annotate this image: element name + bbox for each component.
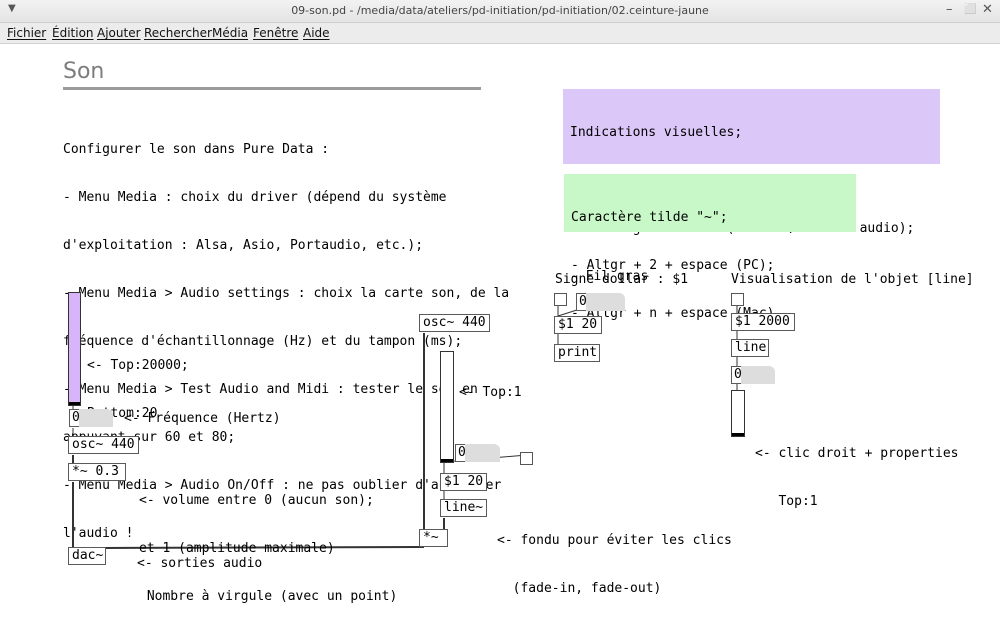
comment-line: (fade-in, fade-out)	[497, 581, 662, 596]
number-value: 0	[579, 294, 587, 309]
line-slider[interactable]	[731, 390, 745, 437]
print-object[interactable]: print	[554, 344, 600, 362]
comment-line: <- fondu pour éviter les clics	[497, 533, 732, 548]
dollar-label: Signe dollar : $1	[555, 272, 689, 287]
amplitude-comment: <- Top:1	[459, 385, 522, 400]
menu-rechercher[interactable]: Rechercher	[144, 26, 212, 40]
multiply-object-2[interactable]: *~	[419, 529, 448, 547]
amplitude-number-box[interactable]: 0	[455, 444, 500, 462]
menu-media[interactable]: Média	[212, 26, 248, 40]
menu-fenetre[interactable]: Fenêtre	[253, 26, 298, 40]
comment-line: et 1 (amplitude maximale)	[139, 541, 335, 556]
note-line: Indications visuelles;	[570, 125, 743, 140]
line-demo-label: Visualisation de l'objet [line]	[731, 272, 974, 287]
bang-button[interactable]	[731, 293, 744, 306]
slider-knob[interactable]	[441, 459, 453, 462]
dollar-message[interactable]: $1 20	[554, 316, 602, 334]
slider-knob[interactable]	[69, 402, 80, 405]
volume-comment: <- volume entre 0 (aucun son); et 1 (amp…	[139, 461, 397, 621]
line-object[interactable]: line	[731, 339, 769, 357]
menu-ajouter[interactable]: Ajouter	[97, 26, 141, 40]
dac-object[interactable]: dac~	[68, 547, 106, 565]
osc-object[interactable]: osc~ 440	[68, 436, 139, 454]
fade-message[interactable]: $1 20	[440, 473, 487, 491]
line-demo-comment: <- clic droit + properties Top:1	[755, 414, 959, 526]
maximize-icon[interactable]: ⬜	[964, 4, 976, 15]
dollar-number-box[interactable]: 0	[576, 293, 625, 311]
comment-line: Nombre à virgule (avec un point)	[139, 589, 398, 604]
menu-bar: Fichier Édition Ajouter Rechercher Média…	[0, 23, 1000, 44]
comment-line: <- volume entre 0 (aucun son);	[139, 493, 374, 508]
line-tilde-object[interactable]: line~	[440, 499, 487, 517]
bang-button[interactable]	[554, 293, 567, 306]
bang-button[interactable]	[520, 452, 533, 465]
visual-hints-note[interactable]: Indications visuelles; - Tilde "~"; - Re…	[563, 89, 940, 284]
heading-rule	[63, 87, 481, 90]
number-value: 0	[72, 410, 80, 425]
window-titlebar[interactable]: ▼ 09-son.pd - /media/data/ateliers/pd-in…	[0, 0, 1000, 23]
menu-edition[interactable]: Édition	[52, 26, 94, 40]
minimize-icon[interactable]: –	[946, 2, 953, 17]
frequency-comment: <- Fréquence (Hertz)	[124, 411, 281, 426]
fade-comment: <- fondu pour éviter les clics (fade-in,…	[497, 501, 732, 613]
comment-line: <- clic droit + properties	[755, 446, 959, 461]
intro-line: - Menu Media : choix du driver (dépend d…	[63, 190, 447, 205]
intro-line: d'exploitation : Alsa, Asio, Portaudio, …	[63, 238, 424, 253]
menu-aide[interactable]: Aide	[303, 26, 330, 40]
slider-knob[interactable]	[732, 433, 744, 436]
window-title: 09-son.pd - /media/data/ateliers/pd-init…	[291, 4, 709, 17]
menu-fichier[interactable]: Fichier	[7, 26, 46, 40]
note-line: Caractère tilde "~";	[571, 210, 728, 225]
frequency-number-box[interactable]: 0	[69, 409, 113, 427]
dac-comment: <- sorties audio	[137, 556, 263, 571]
intro-line: - Menu Media > Audio settings : choix la…	[63, 286, 510, 301]
multiply-object[interactable]: *~ 0.3	[68, 463, 126, 481]
tilde-note[interactable]: Caractère tilde "~"; - Altgr + 2 + espac…	[564, 174, 856, 321]
close-icon[interactable]: ✕	[982, 2, 993, 17]
frequency-slider[interactable]	[68, 292, 81, 406]
line-number-box[interactable]: 0	[731, 366, 775, 384]
osc-object-2[interactable]: osc~ 440	[419, 314, 490, 332]
comment-line: <- Top:20000;	[87, 358, 189, 373]
amplitude-slider[interactable]	[440, 351, 454, 463]
number-value: 0	[734, 367, 742, 382]
line-message[interactable]: $1 2000	[731, 313, 795, 331]
patch-heading: Son	[63, 59, 105, 84]
intro-line: Configurer le son dans Pure Data :	[63, 142, 330, 157]
number-value: 0	[458, 445, 466, 460]
comment-line: Top:1	[755, 494, 818, 509]
